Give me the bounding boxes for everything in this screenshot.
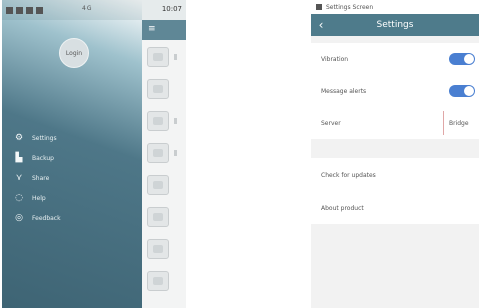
page-title: Settings	[376, 20, 414, 30]
drawer-item-help[interactable]: ◌ Help	[14, 188, 61, 208]
right-phone-screen: Settings Screen ‹ Settings Vibration Mes…	[311, 0, 479, 308]
menu-icon[interactable]: ≡	[148, 25, 160, 34]
setting-row-about[interactable]: About product	[311, 192, 479, 224]
drawer-item-settings[interactable]: ⚙ Settings	[14, 128, 61, 148]
status-bar: Settings Screen	[311, 0, 479, 14]
drawer-menu: ⚙ Settings ▙ Backup ⋎ Share ◌ Help ◎ Fee…	[14, 128, 61, 228]
notification-icon	[26, 6, 33, 14]
back-arrow-icon[interactable]: ‹	[311, 18, 331, 32]
login-label: Login	[65, 49, 83, 57]
network-indicator: 4G	[82, 5, 93, 12]
list-item-thumbnail[interactable]	[147, 207, 169, 227]
title-bar: ‹ Settings	[311, 14, 479, 36]
status-time: 10:07	[161, 5, 182, 13]
notification-icon	[16, 6, 23, 14]
share-icon: ⋎	[15, 173, 23, 183]
drawer-item-label: Share	[32, 174, 50, 182]
feedback-icon: ◎	[15, 213, 23, 223]
drawer-item-feedback[interactable]: ◎ Feedback	[14, 208, 61, 228]
drawer-item-label: Backup	[32, 154, 54, 162]
server-value[interactable]: Bridge	[443, 111, 479, 135]
setting-row-server[interactable]: Server Bridge	[311, 107, 479, 139]
drawer-item-label: Settings	[32, 134, 57, 142]
help-icon: ◌	[15, 193, 23, 203]
setting-label: Vibration	[321, 55, 349, 63]
login-avatar-button[interactable]: Login	[59, 38, 89, 68]
message-alerts-toggle[interactable]	[449, 85, 475, 97]
setting-label: Check for updates	[321, 171, 376, 179]
list-item-thumbnail[interactable]	[147, 79, 169, 99]
list-item-thumbnail[interactable]	[147, 111, 169, 131]
notification-icon	[6, 6, 13, 14]
list-item-edge	[174, 118, 177, 124]
setting-row-vibration[interactable]: Vibration	[311, 43, 479, 75]
list-item-thumbnail[interactable]	[147, 271, 169, 291]
status-text: Settings Screen	[326, 3, 374, 11]
gear-icon: ⚙	[14, 133, 24, 143]
app-icon	[316, 4, 322, 10]
notification-icon	[36, 6, 43, 14]
setting-label: Server	[321, 119, 341, 127]
list-item-thumbnail[interactable]	[147, 175, 169, 195]
list-item-edge	[174, 54, 177, 60]
settings-group-main: Vibration Message alerts Server Bridge	[311, 43, 479, 139]
drawer-item-backup[interactable]: ▙ Backup	[14, 148, 61, 168]
drawer-item-label: Feedback	[32, 214, 61, 222]
setting-row-check-updates[interactable]: Check for updates	[311, 158, 479, 192]
setting-row-message-alerts[interactable]: Message alerts	[311, 75, 479, 107]
list-item-thumbnail[interactable]	[147, 47, 169, 67]
list-item-edge	[174, 150, 177, 156]
settings-group-info: Check for updates About product	[311, 158, 479, 224]
drawer-item-share[interactable]: ⋎ Share	[14, 168, 61, 188]
vibration-toggle[interactable]	[449, 53, 475, 65]
status-bar: 4G 10:07	[2, 0, 186, 20]
list-item-thumbnail[interactable]	[147, 143, 169, 163]
list-item-thumbnail[interactable]	[147, 239, 169, 259]
setting-label: About product	[321, 204, 364, 212]
setting-label: Message alerts	[321, 87, 367, 95]
left-phone-screen: 4G 10:07 Login ⚙ Settings ▙ Backup ⋎ Sha…	[2, 0, 186, 308]
file-icon: ▙	[15, 153, 23, 163]
drawer-item-label: Help	[32, 194, 46, 202]
